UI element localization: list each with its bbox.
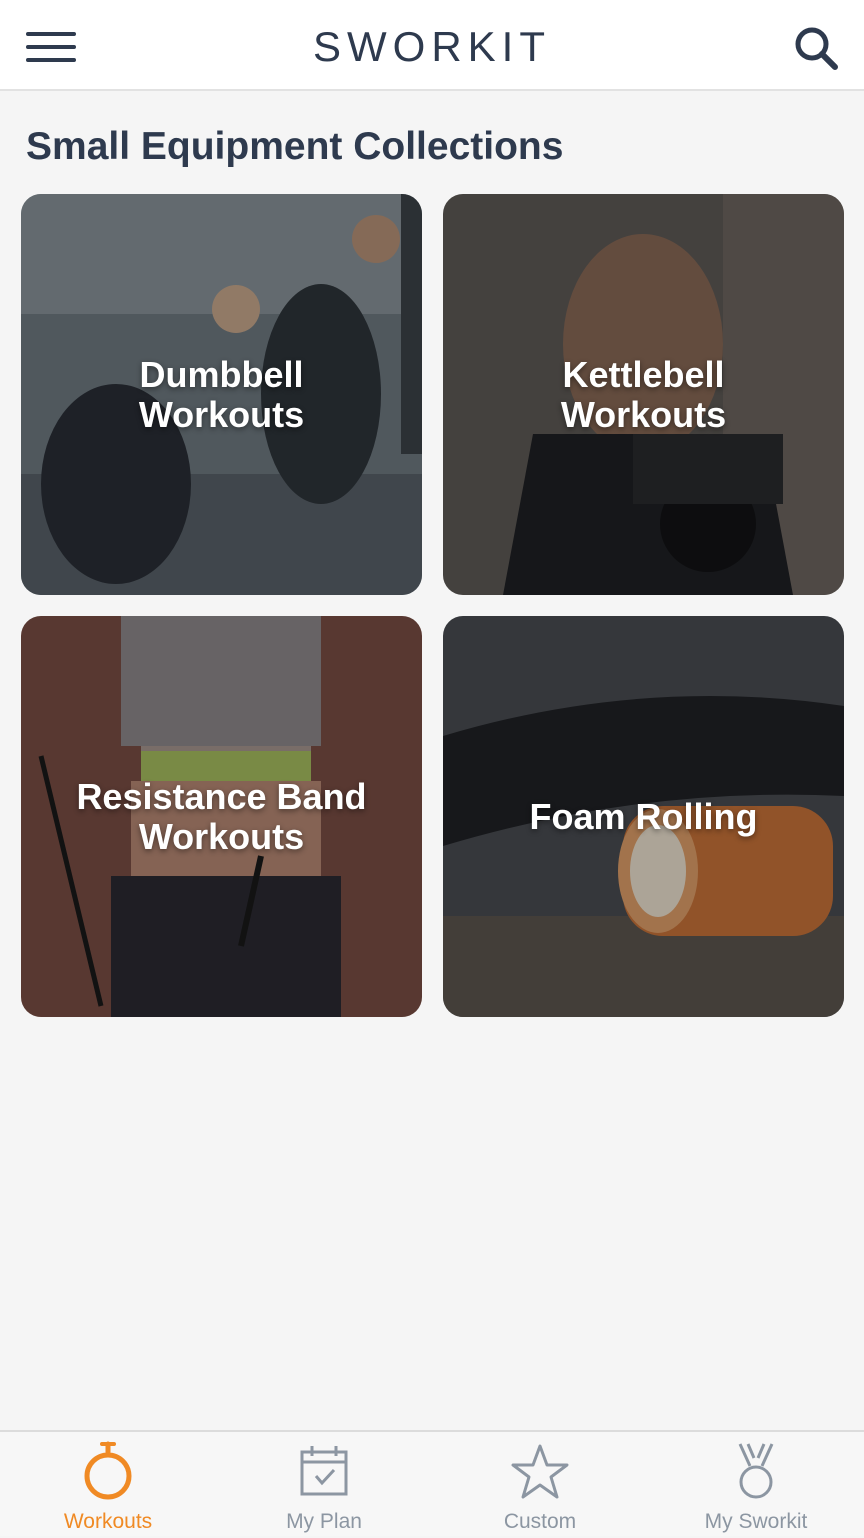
medal-icon <box>738 1443 774 1499</box>
dumbbell-workouts-label: Dumbbell Workouts <box>138 353 305 435</box>
section-title: Small Equipment Collections <box>26 125 564 168</box>
star-icon <box>511 1444 569 1499</box>
app-logo: SWORKIT <box>313 23 551 70</box>
tab-my-plan-label: My Plan <box>286 1510 362 1533</box>
tab-custom-label: Custom <box>503 1510 577 1533</box>
resistance-band-workouts-card[interactable]: Resistance Band Workouts <box>21 616 422 1017</box>
stopwatch-icon <box>84 1441 132 1500</box>
dumbbell-workouts-card[interactable]: Dumbbell Workouts <box>21 194 422 595</box>
kettlebell-workouts-label: Kettlebell Workouts <box>560 353 727 435</box>
app-header: SWORKIT <box>0 0 864 91</box>
kettlebell-workouts-card[interactable]: Kettlebell Workouts <box>443 194 844 595</box>
search-icon[interactable] <box>790 22 842 74</box>
bottom-tab-bar: Workouts My Plan Custom My Sworkit <box>0 1430 864 1536</box>
tab-workouts-label: Workouts <box>63 1510 153 1533</box>
tab-custom[interactable]: Custom <box>432 1432 648 1538</box>
tab-my-sworkit[interactable]: My Sworkit <box>648 1432 864 1538</box>
menu-icon[interactable] <box>22 26 80 68</box>
foam-rolling-card[interactable]: Foam Rolling <box>443 616 844 1017</box>
tab-my-plan[interactable]: My Plan <box>216 1432 432 1538</box>
resistance-band-workouts-label: Resistance Band Workouts <box>76 775 367 857</box>
tab-my-sworkit-label: My Sworkit <box>704 1510 808 1533</box>
foam-rolling-label: Foam Rolling <box>529 795 758 837</box>
tab-workouts[interactable]: Workouts <box>0 1432 216 1538</box>
calendar-check-icon <box>300 1446 348 1496</box>
